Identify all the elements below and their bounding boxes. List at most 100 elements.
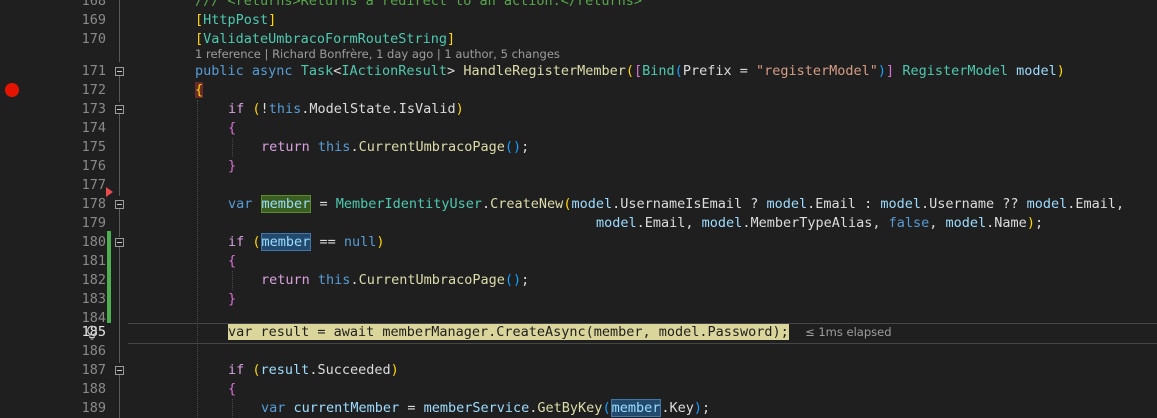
line-number: 189 [81,400,106,416]
member-access: .Key [661,400,694,416]
line-number: 177 [81,177,106,193]
code-line-169[interactable]: [HttpPost] [130,11,1157,30]
lightbulb-icon[interactable] [86,325,98,340]
keyword-control: if [228,101,245,117]
line-number: 183 [81,291,106,307]
code-line-189[interactable]: var currentMember = memberService.GetByK… [130,399,1157,418]
line-number: 181 [81,253,106,269]
keyword: var [228,196,253,212]
punct: ; [702,400,711,416]
bracket: () [504,272,522,288]
brace: } [228,291,237,307]
line-number: 175 [81,139,106,155]
line-number: 172 [81,82,106,98]
collapse-icon[interactable] [115,200,124,209]
line-number: 169 [81,12,106,28]
keyword: false [888,215,930,231]
bracket: ] [268,12,277,28]
code-line-174[interactable]: { [130,119,1157,138]
member-access: .Name [986,215,1027,231]
keyword-control: if [228,362,245,378]
line-number: 179 [81,215,106,231]
bracket: ) [1026,215,1035,231]
bracket: ) [693,400,703,416]
bracket: ( [602,400,611,416]
brace: { [195,82,204,98]
keyword: var [261,400,286,416]
collapse-icon[interactable] [115,105,124,114]
variable-ref: result [260,362,310,378]
code-line-178[interactable]: var member = MemberIdentityUser.CreateNe… [130,195,1157,214]
line-number: 176 [81,158,106,174]
code-line-181[interactable]: { [130,252,1157,271]
line-number: 188 [81,381,106,397]
line-number: 168 [81,0,106,9]
punct: . [350,272,359,288]
method-name: CurrentUmbracoPage [358,139,505,155]
line-number: 182 [81,272,106,288]
parameter-ref: model [596,215,637,231]
bracket: ) [1056,63,1065,79]
operator: == [311,234,344,250]
bracket: ( [252,101,261,117]
code-line-180[interactable]: if (member == null) [130,233,1157,252]
member-access: .Succeeded [309,362,391,378]
member-access: .Email, [636,215,702,231]
breakpoint-icon[interactable] [5,83,19,97]
bracket: [ [634,63,643,79]
outline-guide [119,164,120,196]
punct: ; [521,139,530,155]
perf-tip[interactable]: ≤ 1ms elapsed [805,325,891,339]
code-line-176[interactable]: } [130,157,1157,176]
code-line-173[interactable]: if (!this.ModelState.IsValid) [130,100,1157,119]
parameter-ref: model [945,215,987,231]
keyword: this [317,139,351,155]
code-line-187[interactable]: if (result.Succeeded) [130,361,1157,380]
line-number: 170 [81,31,106,47]
operator: = [311,196,336,212]
code-line-188[interactable]: { [130,380,1157,399]
member-access: .Email : [807,196,881,212]
code-line-171[interactable]: public async Task<IActionResult> HandleR… [130,62,1157,81]
attribute-name: Bind [642,63,675,79]
variable-name: currentMember [293,400,400,416]
keyword-control: if [228,234,245,250]
code-line-183[interactable]: } [130,290,1157,309]
codelens-info[interactable]: 1 reference | Richard Bonfrère, 1 day ag… [195,46,560,62]
method-name: GetByKey [537,400,603,416]
keyword: this [268,101,302,117]
collapse-icon[interactable] [115,366,124,375]
keyword: this [317,272,351,288]
bracket: ] [446,31,456,47]
code-line-172[interactable]: { [130,81,1157,100]
keyword-control: return [261,272,310,288]
method-name: CurrentUmbracoPage [358,272,505,288]
code-line-175[interactable]: return this.CurrentUmbracoPage(); [130,138,1157,157]
punct: . [350,139,359,155]
attribute-name: HttpPost [203,12,269,28]
string-literal: "registerModel" [755,63,878,79]
outline-guide [119,0,120,62]
parameter-ref: model [880,196,921,212]
bracket: ) [877,63,887,79]
collapse-icon[interactable] [115,67,124,76]
method-name: HandleRegisterMember [463,63,626,79]
bracket: [ [195,31,204,47]
keyword: null [343,234,377,250]
bracket: ) [455,101,464,117]
code-line-168[interactable]: /// <returns>Returns a redirect to an ac… [130,0,1157,11]
code-line-185[interactable]: var result = await memberManager.CreateA… [130,323,1157,342]
parameter-name: model [1016,63,1057,79]
variable-ref: member [260,233,312,251]
line-number: 174 [81,120,106,136]
bracket: ] [886,63,895,79]
bracket: ) [376,234,385,250]
code-line-179[interactable]: model.Email, model.MemberTypeAlias, fals… [130,214,1157,233]
collapse-icon[interactable] [115,238,124,247]
code-line-182[interactable]: return this.CurrentUmbracoPage(); [130,271,1157,290]
brace: { [228,120,237,136]
keyword: public [195,63,244,79]
variable-name: member [260,195,312,213]
property: Prefix [682,63,732,79]
glyph-margin[interactable] [0,0,22,418]
